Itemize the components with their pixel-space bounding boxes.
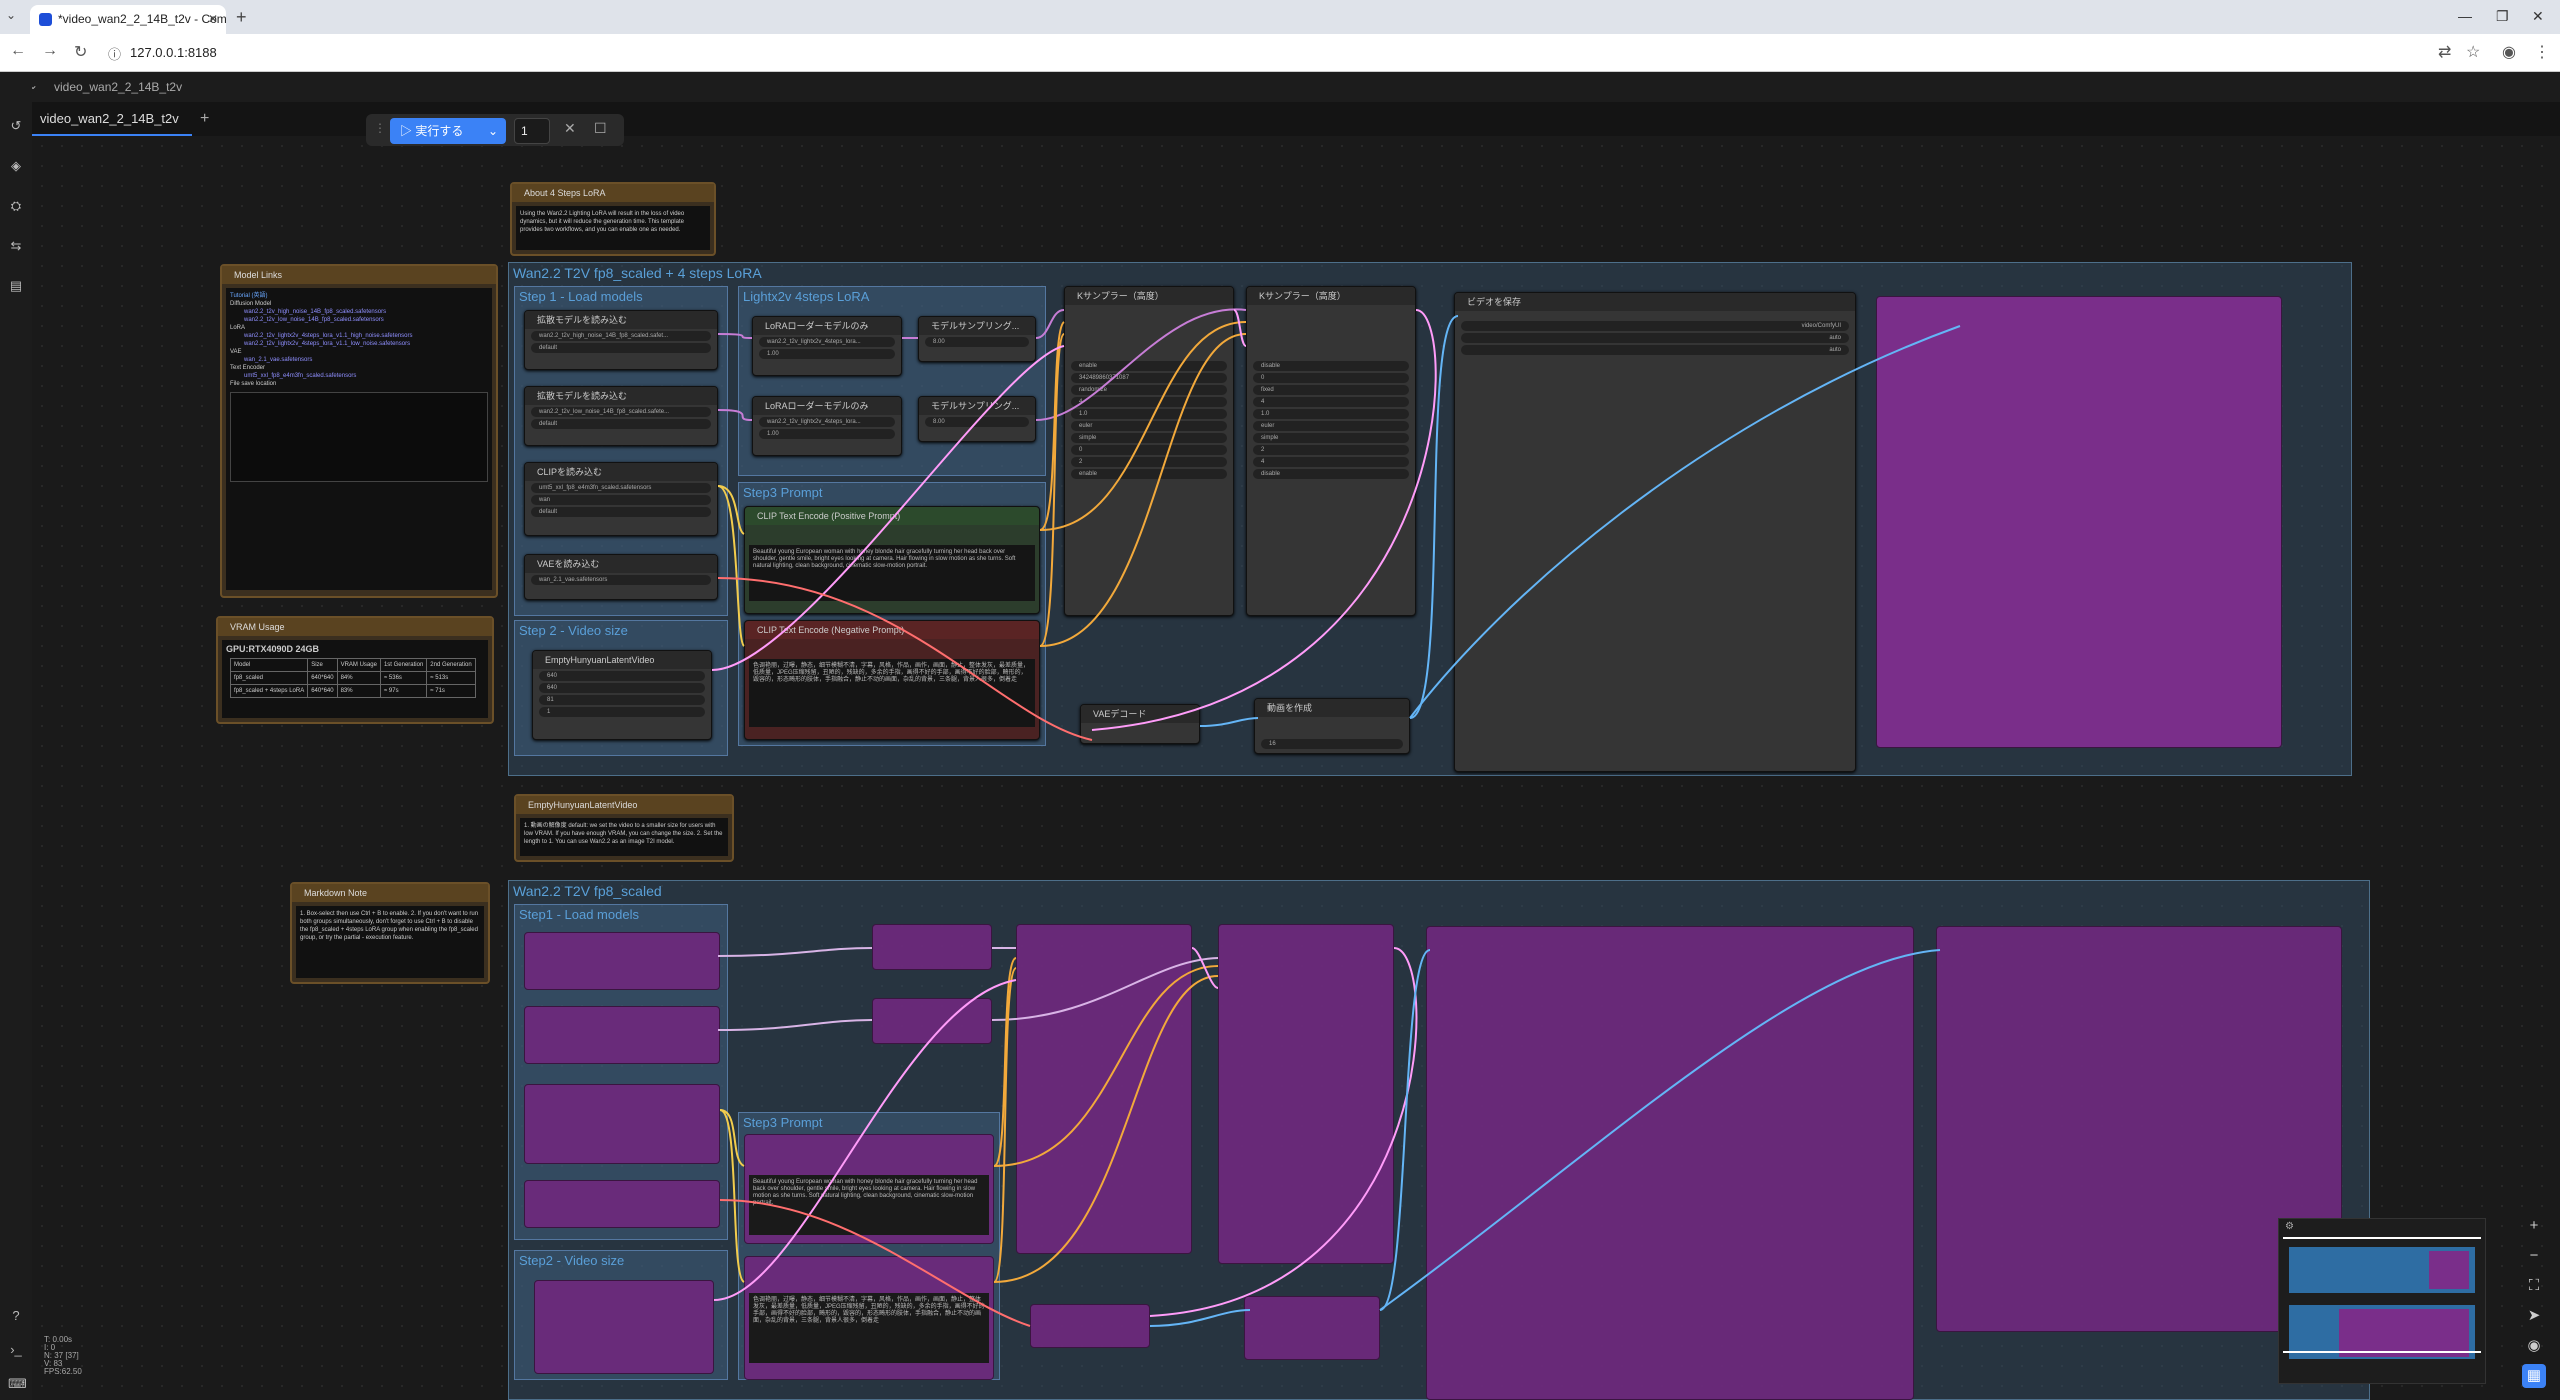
latent-link	[1191, 947, 1219, 989]
image-link	[1149, 1309, 1251, 1327]
fit-view-icon[interactable]: ⛶	[2522, 1274, 2546, 1298]
stat-fps: FPS:62.50	[44, 1367, 82, 1376]
model-link	[1035, 308, 1247, 421]
conditioning-link	[993, 967, 1017, 1283]
video-link	[1409, 325, 1961, 719]
model-link	[717, 1019, 873, 1031]
minimap-node	[2339, 1309, 2469, 1357]
video-link	[1409, 315, 1459, 719]
minimap-viewport-top	[2283, 1237, 2481, 1239]
zoom-in-icon[interactable]: +	[2522, 1214, 2546, 1238]
conditioning-link	[1039, 321, 1065, 531]
latent-link	[1233, 309, 1247, 347]
model-link	[991, 957, 1219, 1021]
conditioning-link	[1039, 333, 1247, 647]
model-link	[717, 409, 753, 421]
minimap-toggle-icon[interactable]: ▦	[2522, 1364, 2546, 1388]
minimap-settings-icon[interactable]: ⚙	[2285, 1221, 2294, 1232]
model-link	[717, 947, 873, 957]
minimap-viewport-bottom	[2283, 1351, 2481, 1353]
vae-link	[717, 577, 1093, 741]
toggle-links-icon[interactable]: ◉	[2522, 1334, 2546, 1358]
minimap-node	[2429, 1251, 2469, 1289]
video-link	[1379, 949, 1941, 1311]
latent-link	[1149, 947, 1418, 1317]
select-mode-icon[interactable]: ➤	[2522, 1304, 2546, 1328]
conditioning-link	[993, 975, 1219, 1283]
vae-link	[719, 1199, 1031, 1327]
node-links	[711, 308, 1961, 1327]
image-link	[1199, 717, 1259, 727]
canvas-stats: T: 0.00s I: 0 N: 37 [37] V: 83 FPS:62.50	[44, 1336, 82, 1376]
model-link	[717, 333, 753, 339]
clip-link	[717, 485, 745, 647]
minimap[interactable]: ⚙	[2278, 1218, 2486, 1384]
latent-link	[1091, 309, 1437, 731]
zoom-out-icon[interactable]: −	[2522, 1244, 2546, 1268]
clip-link	[719, 1109, 745, 1283]
video-link	[1379, 949, 1431, 1311]
